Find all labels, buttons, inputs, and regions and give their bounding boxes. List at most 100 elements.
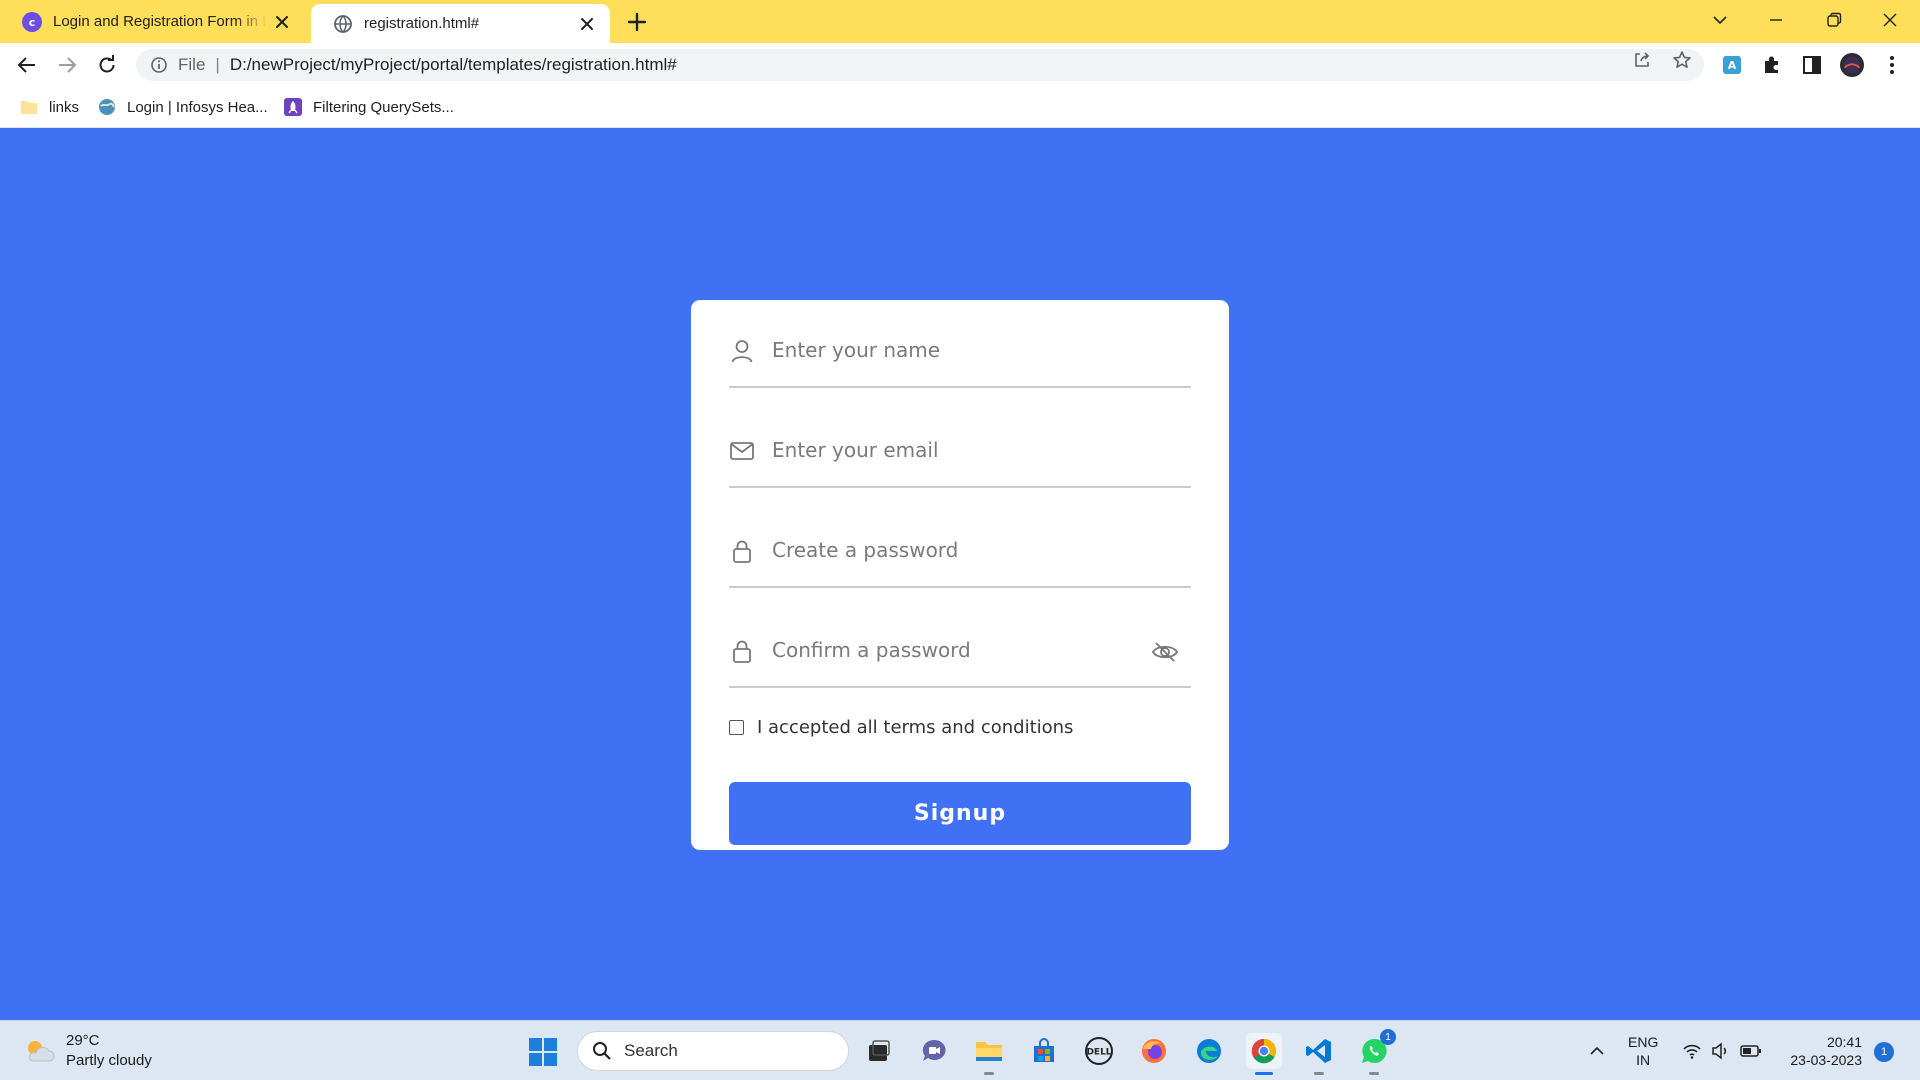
eye-slash-icon[interactable] xyxy=(1151,638,1179,666)
bookmark-star-icon[interactable] xyxy=(1672,50,1692,70)
file-explorer-button[interactable] xyxy=(971,1033,1007,1075)
extension-translate-button[interactable]: A xyxy=(1720,53,1744,77)
minimize-button[interactable] xyxy=(1748,0,1804,40)
bookmark-filtering-querysets[interactable]: Filtering QuerySets... xyxy=(284,96,454,118)
terms-checkbox[interactable] xyxy=(729,720,744,735)
share-icon[interactable] xyxy=(1632,50,1652,70)
chrome-icon xyxy=(1251,1038,1277,1064)
tab-close-icon[interactable] xyxy=(578,15,596,33)
lock-icon xyxy=(733,640,751,663)
bookmarks-bar: links Login | Infosys Hea... Filtering Q… xyxy=(0,86,1920,128)
whatsapp-button[interactable]: 1 xyxy=(1356,1029,1396,1075)
chevron-up-icon xyxy=(1590,1046,1604,1055)
confirm-password-input[interactable] xyxy=(772,630,1152,670)
folder-icon xyxy=(976,1042,1002,1061)
bookmark-label: links xyxy=(49,98,80,116)
running-indicator xyxy=(1314,1072,1324,1075)
windows-taskbar: 29°C Partly cloudy Search DELL 1 ENG IN … xyxy=(0,1020,1920,1080)
info-icon[interactable] xyxy=(150,56,168,74)
envelope-icon xyxy=(730,442,754,460)
teams-chat-button[interactable] xyxy=(916,1033,952,1069)
close-window-button[interactable] xyxy=(1862,0,1918,40)
restore-button[interactable] xyxy=(1806,0,1862,40)
running-indicator xyxy=(984,1072,994,1075)
avatar xyxy=(1840,53,1864,77)
notification-badge: 1 xyxy=(1380,1029,1396,1045)
globe-icon xyxy=(334,14,352,33)
forward-button[interactable] xyxy=(53,51,81,79)
tab-close-icon[interactable] xyxy=(273,13,291,31)
arrow-left-icon xyxy=(17,57,35,73)
rocket-icon xyxy=(284,98,302,116)
windows-start-icon[interactable] xyxy=(528,1037,558,1067)
url-separator: | xyxy=(215,55,220,74)
tray-overflow-button[interactable] xyxy=(1588,1021,1606,1080)
terms-row: I accepted all terms and conditions xyxy=(729,717,1073,738)
folder-icon xyxy=(21,101,37,114)
signup-button[interactable]: Signup xyxy=(729,782,1191,845)
tab-login-registration[interactable]: c Login and Registration Form in HTML xyxy=(0,0,305,43)
vscode-icon xyxy=(1306,1039,1331,1063)
tab-registration[interactable]: registration.html# xyxy=(311,4,610,43)
wifi-icon xyxy=(1683,1044,1701,1059)
task-view-icon xyxy=(869,1040,890,1061)
name-input[interactable] xyxy=(772,330,1152,370)
reload-button[interactable] xyxy=(93,51,121,79)
tab-title: Login and Registration Form in HTML xyxy=(53,13,267,30)
system-clock[interactable]: 20:41 23-03-2023 xyxy=(1776,1033,1862,1069)
bookmark-infosys[interactable]: Login | Infosys Hea... xyxy=(98,96,268,118)
email-field xyxy=(729,388,1191,488)
extensions-button[interactable] xyxy=(1760,53,1784,77)
chrome-button[interactable] xyxy=(1246,1033,1282,1075)
notification-center-badge[interactable]: 1 xyxy=(1874,1042,1894,1062)
browser-titlebar: c Login and Registration Form in HTML re… xyxy=(0,0,1920,43)
search-icon xyxy=(593,1042,611,1060)
taskbar-search[interactable]: Search xyxy=(577,1031,849,1071)
svg-text:DELL: DELL xyxy=(1086,1048,1111,1058)
microsoft-store-button[interactable] xyxy=(1026,1033,1062,1069)
lock-icon xyxy=(733,540,751,563)
profile-button[interactable] xyxy=(1840,53,1864,77)
edge-button[interactable] xyxy=(1191,1033,1227,1069)
side-panel-button[interactable] xyxy=(1800,53,1824,77)
reload-icon xyxy=(99,55,115,73)
clock-time: 20:41 xyxy=(1826,1034,1862,1050)
new-tab-icon[interactable] xyxy=(624,9,650,35)
codinglab-icon: c xyxy=(22,11,42,32)
password-field xyxy=(729,488,1191,588)
vscode-button[interactable] xyxy=(1301,1033,1337,1075)
chat-icon xyxy=(922,1039,946,1061)
address-bar[interactable]: File | D:/newProject/myProject/portal/te… xyxy=(136,49,1704,81)
close-icon xyxy=(1883,13,1897,27)
network-volume-battery[interactable] xyxy=(1682,1021,1762,1080)
name-field xyxy=(729,300,1191,388)
password-input[interactable] xyxy=(772,530,1152,570)
registration-card: I accepted all terms and conditions Sign… xyxy=(691,300,1229,850)
browser-menu-button[interactable] xyxy=(1880,53,1904,77)
store-icon xyxy=(1034,1038,1054,1062)
browser-toolbar: File | D:/newProject/myProject/portal/te… xyxy=(0,43,1920,86)
back-button[interactable] xyxy=(13,51,41,79)
tab-search-button[interactable] xyxy=(1692,0,1748,40)
language-code: ENG xyxy=(1628,1034,1659,1050)
more-vertical-icon xyxy=(1890,56,1894,74)
partly-cloudy-icon xyxy=(28,1041,55,1062)
running-indicator xyxy=(1369,1072,1379,1075)
bookmark-label: Filtering QuerySets... xyxy=(313,98,454,116)
task-view-button[interactable] xyxy=(861,1033,897,1069)
volume-icon xyxy=(1712,1042,1727,1060)
bookmark-links[interactable]: links xyxy=(20,96,79,118)
globe-icon xyxy=(99,99,115,115)
email-input[interactable] xyxy=(772,430,1152,470)
url-text: D:/newProject/myProject/portal/templates… xyxy=(229,55,677,74)
input-language[interactable]: ENG IN xyxy=(1628,1033,1658,1069)
minimize-icon xyxy=(1770,19,1782,21)
svg-text:A: A xyxy=(1728,59,1737,72)
terms-label: I accepted all terms and conditions xyxy=(757,717,1074,738)
firefox-button[interactable] xyxy=(1136,1033,1172,1069)
battery-icon xyxy=(1740,1045,1761,1057)
weather-widget[interactable]: 29°C Partly cloudy xyxy=(22,1031,152,1071)
weather-temperature: 29°C xyxy=(66,1032,100,1049)
search-label: Search xyxy=(624,1041,678,1060)
dell-app-button[interactable]: DELL xyxy=(1081,1033,1117,1069)
